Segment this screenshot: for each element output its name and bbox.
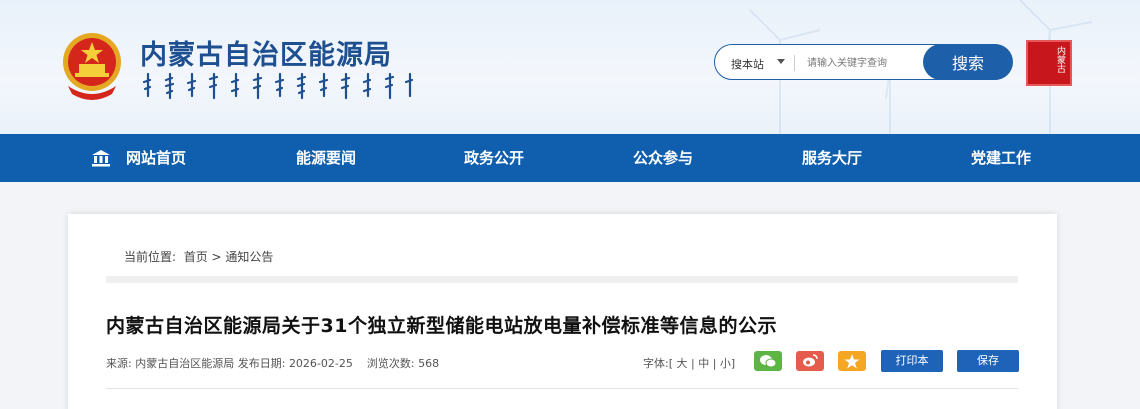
national-emblem-icon bbox=[63, 33, 121, 100]
favorite-button[interactable] bbox=[838, 351, 866, 371]
wechat-share-button[interactable] bbox=[754, 351, 782, 371]
site-header: 内蒙古自治区能源局 搜本站 搜索 内蒙古 bbox=[0, 0, 1140, 134]
article-card: 当前位置: 首页 > 通知公告 内蒙古自治区能源局关于31个独立新型储能电站放电… bbox=[68, 214, 1057, 409]
font-size-control: 字体:[ 大 | 中 | 小] bbox=[643, 357, 736, 370]
print-button[interactable]: 打印本页 bbox=[881, 350, 943, 389]
views-label: 浏览次数: bbox=[366, 357, 415, 370]
site-title: 内蒙古自治区能源局 bbox=[140, 40, 392, 71]
seal-text: 内蒙古 bbox=[1055, 46, 1065, 73]
breadcrumb: 当前位置: 首页 > 通知公告 bbox=[124, 248, 273, 265]
divider bbox=[106, 388, 1018, 389]
search-input[interactable] bbox=[807, 53, 917, 73]
search-box: 搜本站 搜索 bbox=[714, 44, 1013, 80]
views-value: 568 bbox=[418, 357, 440, 370]
nav-item-home[interactable]: 网站首页 bbox=[126, 134, 186, 182]
font-small-link[interactable]: 小 bbox=[720, 357, 731, 370]
chevron-down-icon[interactable] bbox=[777, 59, 785, 64]
weibo-share-button[interactable] bbox=[796, 351, 824, 371]
search-divider bbox=[794, 55, 795, 71]
font-large-link[interactable]: 大 bbox=[677, 357, 688, 370]
font-label: 字体: bbox=[643, 357, 669, 370]
breadcrumb-separator: > bbox=[211, 250, 222, 264]
seal-logo[interactable]: 内蒙古 bbox=[1026, 40, 1072, 86]
nav-item-energy-news[interactable]: 能源要闻 bbox=[296, 134, 356, 182]
breadcrumb-current-link[interactable]: 通知公告 bbox=[225, 250, 273, 264]
source-label: 来源: bbox=[106, 357, 132, 370]
nav-item-gov-affairs[interactable]: 政务公开 bbox=[464, 134, 524, 182]
font-medium-link[interactable]: 中 bbox=[698, 357, 709, 370]
nav-item-service-hall[interactable]: 服务大厅 bbox=[802, 134, 862, 182]
star-icon bbox=[844, 354, 860, 369]
date-value: 2026-02-25 bbox=[288, 357, 353, 370]
nav-item-party-building[interactable]: 党建工作 bbox=[971, 134, 1031, 182]
mongolian-script-title bbox=[142, 72, 414, 100]
breadcrumb-home-link[interactable]: 首页 bbox=[184, 250, 208, 264]
search-scope-select[interactable]: 搜本站 bbox=[731, 56, 764, 72]
article-meta: 来源: 内蒙古自治区能源局 发布日期: 2026-02-25 浏览次数: 568 bbox=[106, 355, 439, 371]
weibo-icon bbox=[803, 354, 818, 367]
home-icon[interactable] bbox=[91, 149, 111, 167]
search-button[interactable]: 搜索 bbox=[923, 44, 1013, 80]
main-nav: 网站首页 能源要闻 政务公开 公众参与 服务大厅 党建工作 bbox=[0, 134, 1140, 182]
save-button[interactable]: 保存 bbox=[957, 350, 1019, 372]
date-label: 发布日期: bbox=[237, 357, 286, 370]
breadcrumb-label: 当前位置: bbox=[124, 250, 177, 264]
nav-item-public-participation[interactable]: 公众参与 bbox=[633, 134, 693, 182]
article-title: 内蒙古自治区能源局关于31个独立新型储能电站放电量补偿标准等信息的公示 bbox=[106, 315, 777, 337]
divider bbox=[106, 276, 1018, 283]
source-value: 内蒙古自治区能源局 bbox=[135, 357, 235, 370]
wechat-icon bbox=[760, 355, 777, 368]
